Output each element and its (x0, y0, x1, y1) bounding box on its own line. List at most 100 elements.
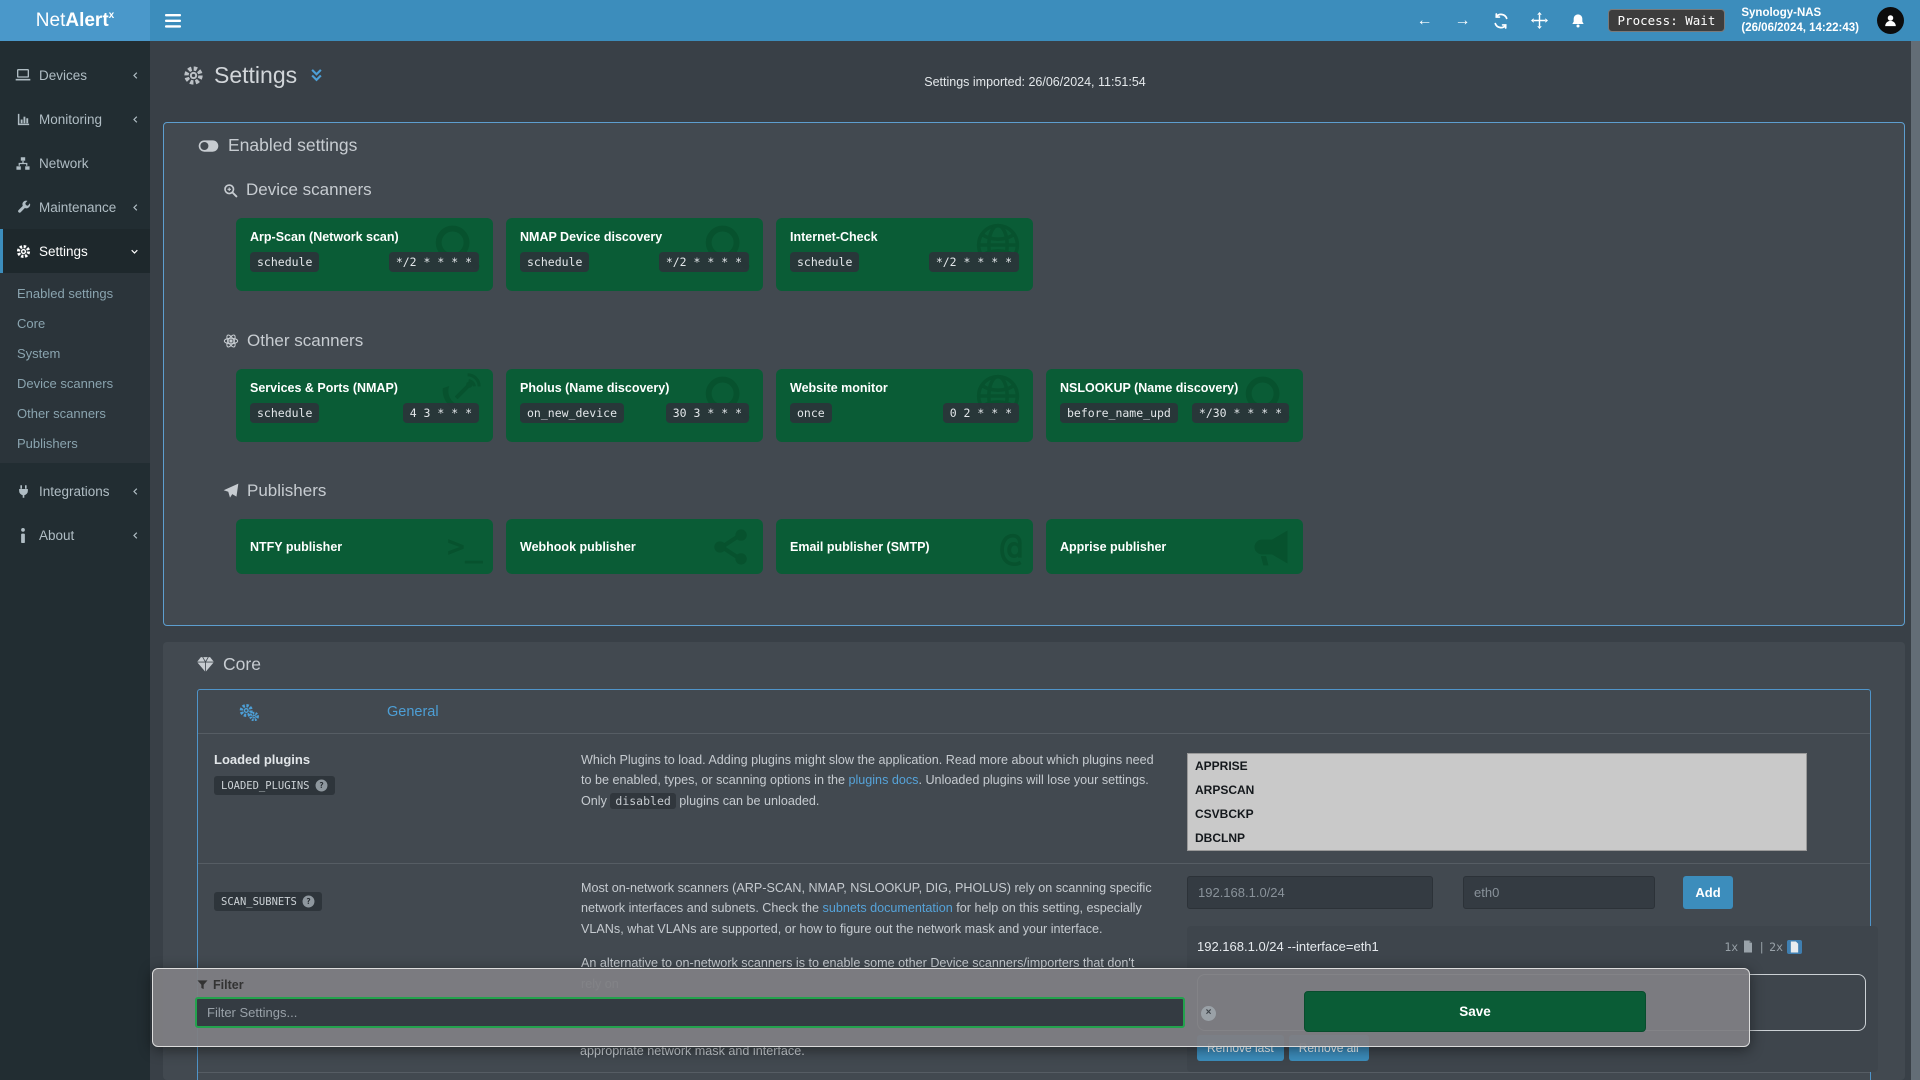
setting-key-chip: SCAN_SUBNETS ? (214, 892, 322, 911)
loaded-plugins-listbox[interactable]: APPRISE ARPSCAN CSVBCKP DBCLNP (1187, 753, 1807, 851)
setting-description: Which Plugins to load. Adding plugins mi… (567, 748, 1173, 851)
subnet-input[interactable] (1187, 876, 1433, 909)
brand-text: Net (36, 10, 66, 32)
back-icon[interactable]: ← (1417, 12, 1433, 30)
file-icon[interactable] (1742, 940, 1754, 953)
device-scanners-group: Device scanners Arp-Scan (Network scan) … (198, 180, 1884, 291)
wrench-icon (14, 199, 32, 216)
plugin-card-apprise[interactable]: Apprise publisher (1046, 519, 1303, 574)
sidebar-item-system[interactable]: System (0, 338, 150, 368)
question-circle-icon[interactable]: ? (302, 895, 315, 908)
schedule-type-badge: once (790, 403, 832, 423)
chevron-left-icon (131, 530, 140, 541)
add-subnet-button[interactable]: Add (1683, 876, 1733, 909)
subnets-documentation-link[interactable]: subnets documentation (823, 901, 953, 915)
tab-general[interactable]: General (387, 704, 439, 720)
sidebar-item-core[interactable]: Core (0, 308, 150, 338)
chevron-down-icon (129, 247, 140, 256)
clear-filter-button[interactable]: × (1201, 1006, 1216, 1021)
schedule-type-badge: before_name_upd (1060, 403, 1178, 423)
other-scanners-group: Other scanners Services & Ports (NMAP) s… (198, 331, 1884, 442)
paste-icon[interactable] (1787, 940, 1802, 954)
settings-imported-status: Settings imported: 26/06/2024, 11:51:54 (924, 75, 1145, 89)
share-nodes-icon (709, 525, 753, 569)
schedule-cron-badge: */30 * * * * (1192, 403, 1289, 423)
search-plus-icon (223, 183, 238, 198)
collapse-all-icon[interactable] (309, 67, 324, 84)
page-title: Settings (183, 62, 324, 89)
forward-icon[interactable]: → (1455, 12, 1471, 30)
gear-icon (183, 65, 204, 86)
disabled-code-chip: disabled (610, 793, 675, 809)
vertical-scrollbar[interactable] (1911, 41, 1920, 1080)
chevron-left-icon (131, 70, 140, 81)
listbox-option[interactable]: DBCLNP (1188, 826, 1806, 850)
user-icon (1883, 13, 1898, 28)
funnel-icon (197, 979, 208, 991)
interface-input[interactable] (1463, 876, 1655, 909)
plugin-card-website-monitor[interactable]: Website monitor once0 2 * * * (776, 369, 1033, 442)
question-circle-icon[interactable]: ? (315, 779, 328, 792)
sidebar-item-settings[interactable]: Settings (0, 229, 150, 273)
top-navbar: NetAlertx ← → Process: Wait Synology-NAS… (0, 0, 1920, 41)
sidebar-item-publishers[interactable]: Publishers (0, 428, 150, 458)
host-name: Synology-NAS (1741, 6, 1859, 21)
chart-icon (14, 111, 32, 128)
svg-text:?: ? (319, 780, 324, 790)
bell-icon[interactable] (1570, 13, 1586, 29)
plugin-card-email-smtp[interactable]: Email publisher (SMTP) @ (776, 519, 1033, 574)
plugin-card-webhook[interactable]: Webhook publisher (506, 519, 763, 574)
filter-settings-input[interactable] (195, 997, 1185, 1028)
setting-label: Loaded plugins (214, 752, 310, 767)
terminal-icon: >_ (447, 529, 483, 564)
sidebar: Devices Monitoring Network Maintenance S… (0, 41, 150, 1080)
chevron-left-icon (131, 486, 140, 497)
refresh-icon[interactable] (1493, 13, 1509, 29)
sidebar-item-enabled-settings[interactable]: Enabled settings (0, 278, 150, 308)
filter-overlay: Filter × Save (152, 968, 1750, 1047)
move-icon[interactable] (1531, 12, 1548, 29)
sidebar-item-network[interactable]: Network (0, 141, 150, 185)
plugin-card-ntfy[interactable]: NTFY publisher >_ (236, 519, 493, 574)
sidebar-item-maintenance[interactable]: Maintenance (0, 185, 150, 229)
schedule-cron-badge: */2 * * * * (389, 252, 479, 272)
listbox-option[interactable]: CSVBCKP (1188, 802, 1806, 826)
sidebar-item-other-scanners[interactable]: Other scanners (0, 398, 150, 428)
app-logo[interactable]: NetAlertx (0, 0, 150, 41)
plugin-card-arpscan[interactable]: Arp-Scan (Network scan) schedule*/2 * * … (236, 218, 493, 291)
plugins-docs-link[interactable]: plugins docs (848, 773, 918, 787)
main-content: Settings Settings imported: 26/06/2024, … (150, 41, 1920, 1080)
plugin-card-nmap-discovery[interactable]: NMAP Device discovery schedule*/2 * * * … (506, 218, 763, 291)
plugin-card-nslookup[interactable]: NSLOOKUP (Name discovery) before_name_up… (1046, 369, 1303, 442)
chevron-left-icon (131, 202, 140, 213)
schedule-type-badge: on_new_device (520, 403, 624, 423)
listbox-option[interactable]: APPRISE (1188, 754, 1806, 778)
laptop-icon (14, 67, 32, 84)
sidebar-item-integrations[interactable]: Integrations (0, 469, 150, 513)
subnet-entry[interactable]: 192.168.1.0/24 --interface=eth1 1x | 2x (1197, 939, 1866, 954)
subnet-entry-meta: 1x | 2x (1724, 940, 1802, 954)
host-timestamp: (26/06/2024, 14:22:43) (1741, 21, 1859, 36)
navbar-right: ← → Process: Wait Synology-NAS (26/06/20… (1395, 0, 1920, 41)
other-scanners-heading: Other scanners (223, 331, 1884, 351)
sidebar-item-devices[interactable]: Devices (0, 53, 150, 97)
sidebar-item-monitoring[interactable]: Monitoring (0, 97, 150, 141)
user-avatar[interactable] (1877, 7, 1904, 34)
publishers-group: Publishers NTFY publisher >_ Webhook pub… (198, 481, 1884, 574)
atom-icon (223, 333, 239, 349)
filter-label: Filter (197, 978, 244, 992)
listbox-option[interactable]: ARPSCAN (1188, 778, 1806, 802)
sidebar-toggle-button[interactable] (150, 0, 196, 41)
at-sign-icon: @ (1000, 525, 1023, 569)
save-button[interactable]: Save (1304, 991, 1646, 1032)
plugin-card-internet-check[interactable]: Internet-Check schedule*/2 * * * * (776, 218, 1033, 291)
gear-icon (14, 243, 32, 260)
sidebar-item-device-scanners[interactable]: Device scanners (0, 368, 150, 398)
bullhorn-icon (1249, 525, 1293, 569)
enabled-settings-heading: Enabled settings (198, 135, 1884, 156)
schedule-cron-badge: */2 * * * * (929, 252, 1019, 272)
sidebar-item-about[interactable]: About (0, 513, 150, 557)
schedule-type-badge: schedule (520, 252, 589, 272)
plugin-card-pholus[interactable]: Pholus (Name discovery) on_new_device30 … (506, 369, 763, 442)
plugin-card-nmap-services[interactable]: Services & Ports (NMAP) schedule4 3 * * … (236, 369, 493, 442)
